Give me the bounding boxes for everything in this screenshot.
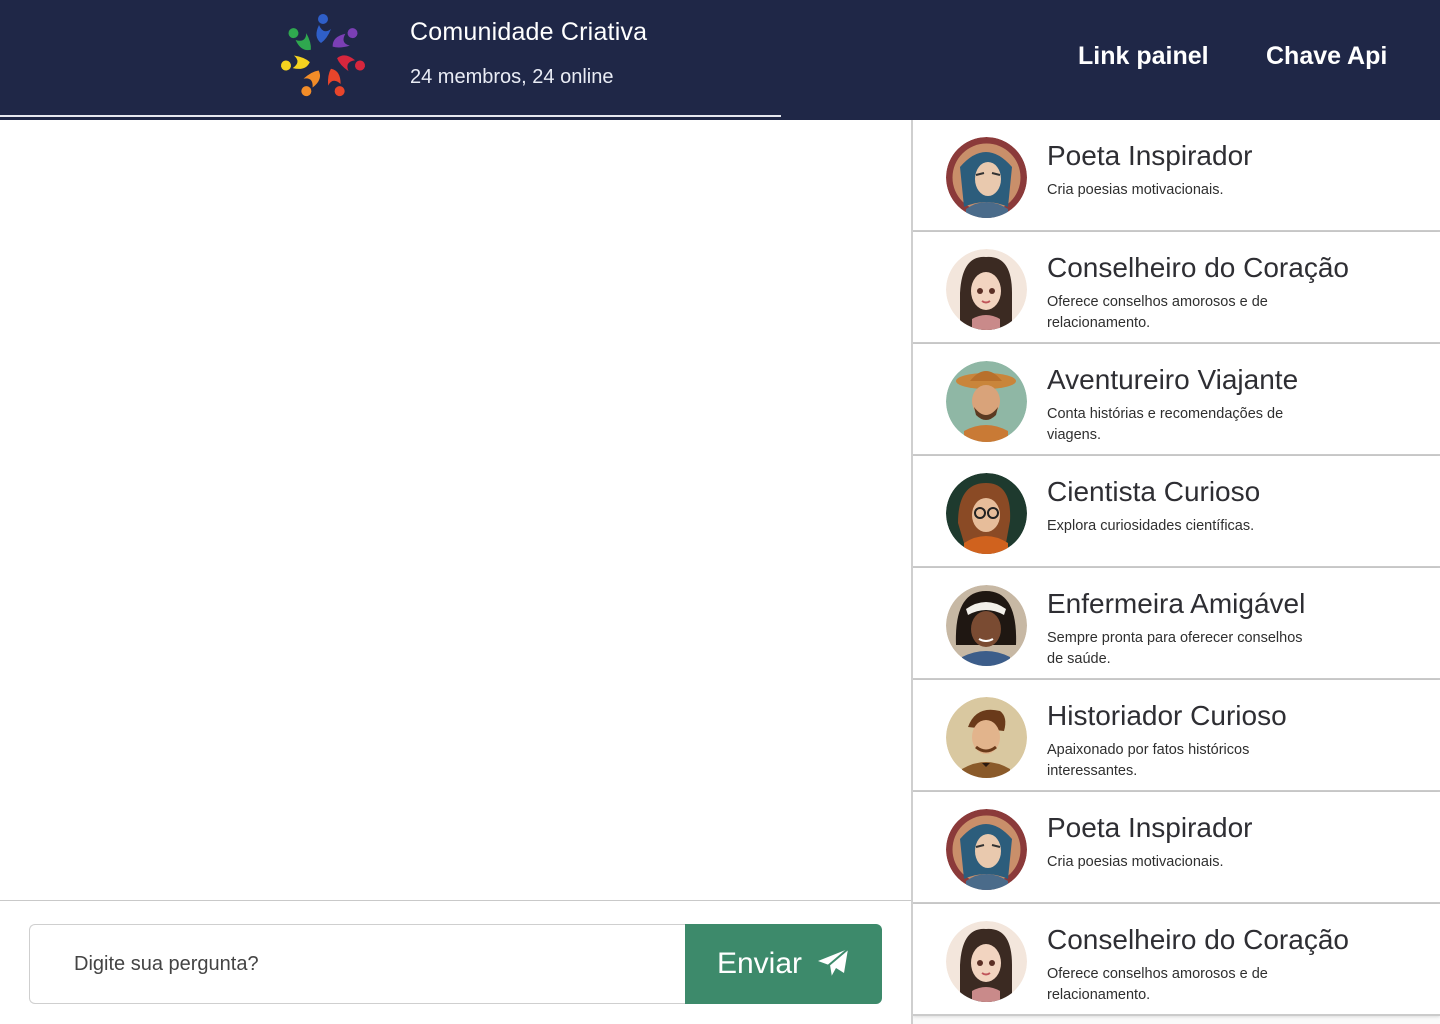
member-card-conselheiro-do-coracao[interactable]: Conselheiro do Coração Oferece conselhos… xyxy=(913,904,1440,1016)
heart-advisor-avatar-icon xyxy=(946,249,1027,330)
heart-advisor-avatar-icon xyxy=(946,921,1027,1002)
member-description: Explora curiosidades científicas. xyxy=(1047,518,1255,534)
question-input[interactable] xyxy=(29,924,689,1004)
poet-avatar-icon xyxy=(946,137,1027,218)
chat-messages-area xyxy=(0,120,911,900)
member-description: Cria poesias motivacionais. xyxy=(1047,182,1224,198)
member-count: 24 membros, 24 online xyxy=(410,66,614,88)
member-card-cientista-curioso[interactable]: Cientista Curioso Explora curiosidades c… xyxy=(913,456,1440,568)
member-card-poeta-inspirador[interactable]: Poeta Inspirador Cria poesias motivacion… xyxy=(913,792,1440,904)
member-card-conselheiro-do-coracao[interactable]: Conselheiro do Coração Oferece conselhos… xyxy=(913,232,1440,344)
member-name: Conselheiro do Coração xyxy=(1047,924,1349,955)
member-name: Aventureiro Viajante xyxy=(1047,364,1299,395)
member-name: Enfermeira Amigável xyxy=(1047,588,1306,619)
member-description: Cria poesias motivacionais. xyxy=(1047,854,1224,870)
historian-avatar-icon xyxy=(946,697,1027,778)
paper-plane-icon xyxy=(816,947,850,981)
member-description: Conta histórias e recomendações de viage… xyxy=(1047,406,1284,443)
member-card-aventureiro-viajante[interactable]: Aventureiro Viajante Conta histórias e r… xyxy=(913,344,1440,456)
member-name: Poeta Inspirador xyxy=(1047,140,1253,171)
message-composer: Enviar xyxy=(29,924,882,1004)
send-button[interactable]: Enviar xyxy=(685,924,882,1004)
poet-avatar-icon xyxy=(946,809,1027,890)
member-card-enfermeira-amigavel[interactable]: Enfermeira Amigável Sempre pronta para o… xyxy=(913,568,1440,680)
member-description: Oferece conselhos amorosos e de relacion… xyxy=(1047,966,1268,1003)
header-underline xyxy=(0,115,781,117)
nurse-avatar-icon xyxy=(946,585,1027,666)
member-description: Sempre pronta para oferecer conselhos de… xyxy=(1047,630,1303,667)
member-name: Poeta Inspirador xyxy=(1047,812,1253,843)
member-card-historiador-curioso[interactable]: Historiador Curioso Apaixonado por fatos… xyxy=(913,680,1440,792)
logo-figure-blue xyxy=(316,14,331,43)
member-description: Oferece conselhos amorosos e de relacion… xyxy=(1047,294,1268,331)
member-card-poeta-inspirador[interactable]: Poeta Inspirador Cria poesias motivacion… xyxy=(913,120,1440,232)
community-logo-icon xyxy=(276,8,370,106)
chave-api-link[interactable]: Chave Api xyxy=(1266,42,1387,71)
traveler-avatar-icon xyxy=(946,361,1027,442)
send-button-label: Enviar xyxy=(716,947,803,980)
member-name: Historiador Curioso xyxy=(1047,700,1287,731)
link-painel-link[interactable]: Link painel xyxy=(1078,42,1209,71)
members-sidebar[interactable]: Poeta Inspirador Cria poesias motivacion… xyxy=(911,120,1440,1024)
chat-divider xyxy=(0,900,911,901)
scientist-avatar-icon xyxy=(946,473,1027,554)
member-name: Conselheiro do Coração xyxy=(1047,252,1349,283)
member-description: Apaixonado por fatos históricos interess… xyxy=(1047,742,1250,779)
top-header: Comunidade Criativa 24 membros, 24 onlin… xyxy=(0,0,1440,120)
community-title: Comunidade Criativa xyxy=(410,18,648,46)
member-name: Cientista Curioso xyxy=(1047,476,1261,507)
